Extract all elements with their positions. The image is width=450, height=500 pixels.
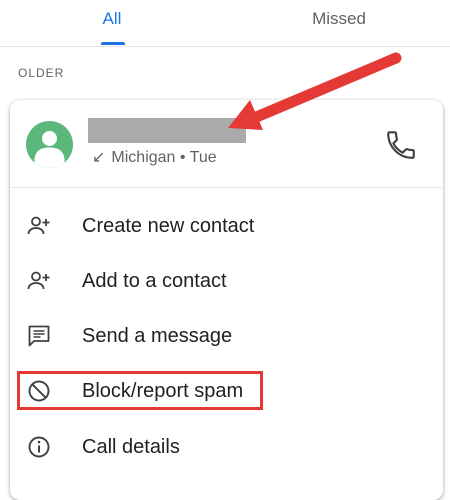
message-icon [28,325,50,347]
menu-item-label: Call details [82,436,180,458]
call-back-button[interactable] [384,128,418,162]
menu-item-label: Send a message [82,325,233,347]
call-received-icon: ↙ [92,149,106,166]
call-day: Tue [189,149,217,166]
menu-item-label: Create new contact [82,215,255,237]
phone-icon [387,131,415,159]
info-icon [28,436,50,458]
highlight-box [17,371,263,410]
call-subtitle: ↙ Michigan • Tue [92,148,217,168]
call-location: Michigan [111,149,176,166]
menu-item-create-new-contact[interactable]: Create new contact [10,200,443,252]
tab-all[interactable]: All [52,0,172,46]
menu-item-add-to-contact[interactable]: Add to a contact [10,255,443,307]
menu-item-call-details[interactable]: Call details [10,421,443,473]
menu-item-send-message[interactable]: Send a message [10,310,443,362]
call-separator: • [179,149,186,166]
person-add-icon [27,216,50,235]
card-divider [10,187,443,188]
contact-avatar[interactable] [26,121,73,168]
tab-selected-indicator [101,42,125,45]
person-silhouette-icon [34,131,65,168]
tab-bar: All Missed [0,0,450,47]
tab-missed[interactable]: Missed [279,0,399,46]
redacted-caller-name [88,118,246,143]
menu-item-label: Add to a contact [82,270,227,292]
section-header: OLDER [18,66,65,80]
person-add-icon [27,271,50,290]
